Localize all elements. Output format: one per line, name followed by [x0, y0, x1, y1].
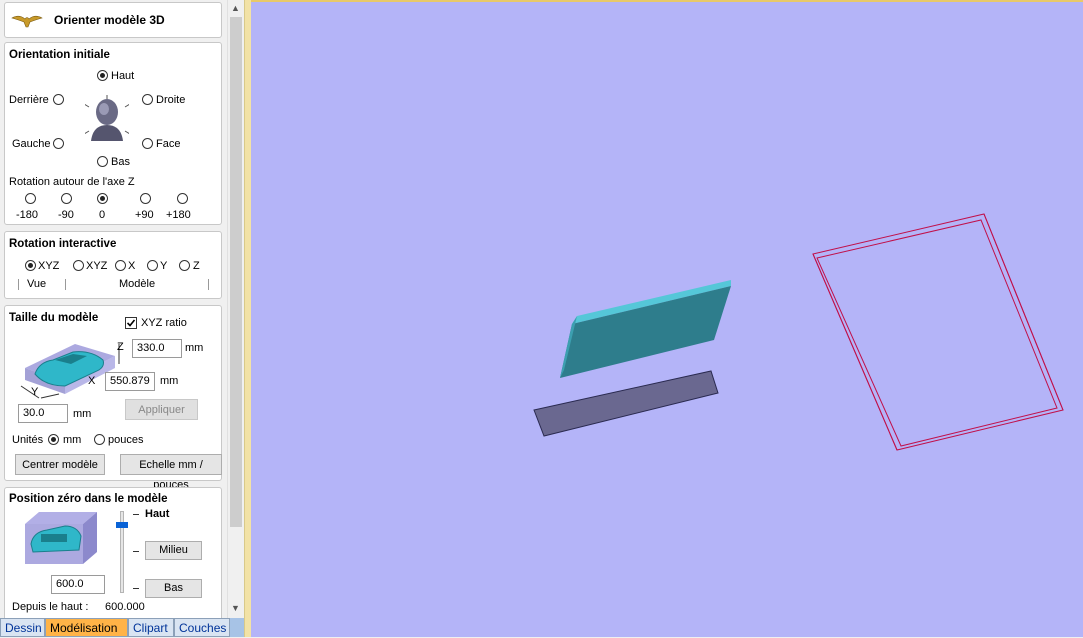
group-label-model: Modèle: [119, 278, 156, 290]
interactive-title: Rotation interactive: [9, 238, 117, 250]
interactive-label-x: X: [128, 260, 136, 272]
slider-tick-bottom: [133, 588, 139, 589]
tab-dessin[interactable]: Dessin: [0, 618, 45, 637]
interactive-label-xyz: XYZ: [86, 260, 108, 272]
rotation-label-p180: +180: [166, 209, 191, 221]
center-model-button[interactable]: Centrer modèle: [15, 454, 105, 475]
x-unit: mm: [160, 375, 179, 387]
y-input[interactable]: 30.0: [18, 404, 68, 423]
zero-title: Position zéro dans le modèle: [9, 493, 168, 505]
interactive-radio-x[interactable]: [115, 260, 126, 271]
label-bottom: Bas: [111, 156, 130, 168]
rotation-label-m90: -90: [58, 209, 74, 221]
rotation-radio-m180[interactable]: [25, 193, 36, 204]
radio-back[interactable]: [53, 94, 64, 105]
units-label-mm: mm: [63, 434, 82, 446]
interactive-panel: Rotation interactive XYZ XYZ X Y Z Vue M…: [4, 231, 222, 299]
radio-top[interactable]: [97, 70, 108, 81]
radio-left[interactable]: [53, 138, 64, 149]
radio-front[interactable]: [142, 138, 153, 149]
from-top-label: Depuis le haut :: [12, 601, 89, 613]
zero-panel: Position zéro dans le modèle 600.0 Haut …: [4, 487, 222, 618]
tab-clipart[interactable]: Clipart: [128, 618, 174, 637]
from-top-value: 600.000: [105, 601, 145, 613]
rotation-radio-0[interactable]: [97, 193, 108, 204]
splitter[interactable]: [244, 0, 251, 637]
interactive-radio-xyz-view[interactable]: [25, 260, 36, 271]
rotation-radio-p180[interactable]: [177, 193, 188, 204]
units-label-inches: pouces: [108, 434, 144, 446]
label-right: Droite: [156, 94, 186, 106]
bust-icon: [85, 95, 129, 141]
x-label: X: [88, 375, 96, 387]
xyz-ratio-label: XYZ ratio: [141, 317, 187, 329]
orientation-title: Orientation initiale: [9, 49, 110, 61]
top-label: Haut: [145, 508, 170, 520]
rotation-label-m180: -180: [16, 209, 39, 221]
y-label: Y: [31, 386, 39, 398]
interactive-radio-xyz[interactable]: [73, 260, 84, 271]
tab-modelisation[interactable]: Modélisation: [45, 618, 128, 637]
radio-bottom[interactable]: [97, 156, 108, 167]
tabs-filler: [230, 618, 244, 637]
xyz-ratio-checkbox[interactable]: [125, 317, 137, 329]
check-icon: [126, 319, 136, 327]
size-panel: Taille du modèle XYZ ratio Z 330.0 mm X …: [4, 305, 222, 491]
rotation-label: Rotation autour de l'axe Z: [9, 176, 135, 188]
scene-svg: [533, 213, 1064, 451]
bottom-button[interactable]: Bas: [145, 579, 202, 598]
depth-slider-thumb[interactable]: [116, 522, 128, 528]
z-input[interactable]: 330.0: [132, 339, 182, 358]
slider-tick-top: [133, 514, 139, 515]
slider-tick-mid: [133, 551, 139, 552]
page-title: Orienter modèle 3D: [54, 13, 165, 27]
tab-couches[interactable]: Couches: [174, 618, 230, 637]
units-radio-inches[interactable]: [94, 434, 105, 445]
depth-input[interactable]: 600.0: [51, 575, 105, 594]
interactive-label-z: Z: [193, 260, 200, 272]
rotation-label-0: 0: [99, 209, 106, 221]
left-scrollbar[interactable]: ▲ ▼: [227, 0, 244, 618]
rotation-radio-m90[interactable]: [61, 193, 72, 204]
x-input[interactable]: 550.879: [105, 372, 155, 391]
label-top: Haut: [111, 70, 135, 82]
y-unit: mm: [73, 408, 92, 420]
interactive-radio-z[interactable]: [179, 260, 190, 271]
interactive-radio-y[interactable]: [147, 260, 158, 271]
interactive-label-xyz-view: XYZ: [38, 260, 60, 272]
z-label: Z: [117, 341, 124, 353]
scroll-up-icon[interactable]: ▲: [231, 3, 240, 13]
viewport-3d[interactable]: [251, 0, 1083, 637]
middle-button[interactable]: Milieu: [145, 541, 202, 560]
scale-button[interactable]: Echelle mm / pouces: [120, 454, 222, 491]
units-label: Unités: [12, 434, 44, 446]
model-plate-face: [560, 286, 731, 378]
bounding-outline: [812, 213, 1064, 451]
orientation-panel: Orientation initiale Haut Derrière Droit…: [4, 42, 222, 225]
group-divider-left: [18, 279, 19, 290]
model-shadow: [533, 370, 719, 437]
car-depth-icon: [25, 512, 97, 564]
group-label-view: Vue: [27, 278, 47, 290]
units-radio-mm[interactable]: [48, 434, 59, 445]
radio-right[interactable]: [142, 94, 153, 105]
apply-button[interactable]: Appliquer: [125, 399, 198, 420]
label-front: Face: [156, 138, 181, 150]
z-unit: mm: [185, 342, 204, 354]
size-title: Taille du modèle: [9, 312, 99, 324]
rotation-label-p90: +90: [135, 209, 154, 221]
label-left: Gauche: [12, 138, 51, 150]
scrollbar-thumb[interactable]: [230, 17, 242, 527]
scroll-down-icon[interactable]: ▼: [231, 603, 240, 613]
eagle-logo-icon: [11, 15, 43, 28]
group-divider-right: [208, 279, 209, 290]
interactive-label-y: Y: [160, 260, 168, 272]
header-panel: Orienter modèle 3D: [4, 2, 222, 38]
rotation-radio-p90[interactable]: [140, 193, 151, 204]
group-divider-mid: [65, 279, 66, 290]
label-back: Derrière: [9, 94, 49, 106]
